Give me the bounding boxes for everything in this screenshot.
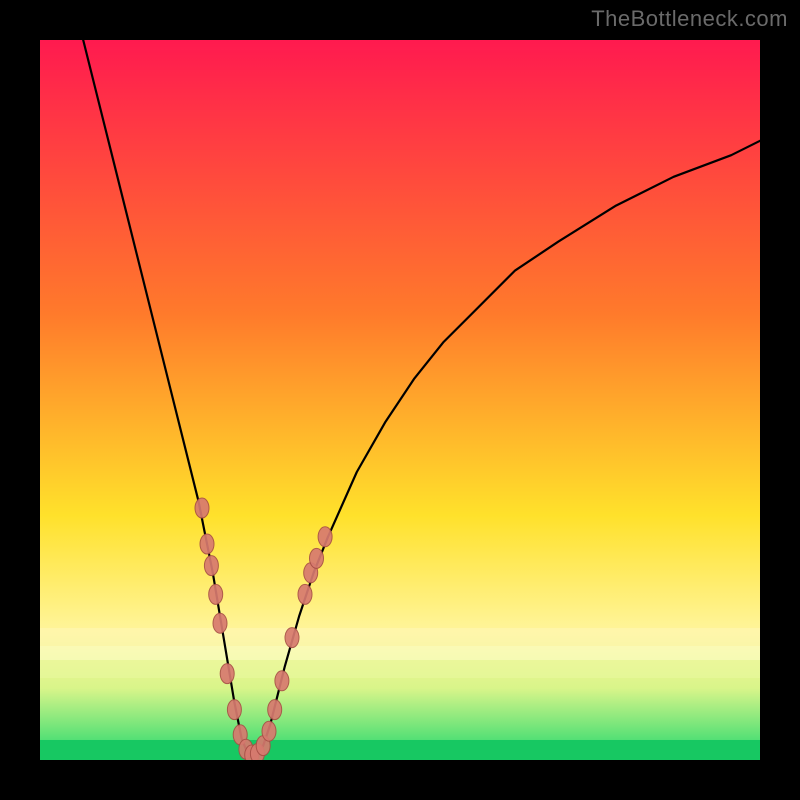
data-marker bbox=[285, 628, 299, 648]
band-3 bbox=[40, 660, 760, 678]
band-1 bbox=[40, 628, 760, 646]
band-bottom bbox=[40, 740, 760, 760]
data-marker bbox=[275, 671, 289, 691]
band-2 bbox=[40, 646, 760, 660]
data-marker bbox=[220, 664, 234, 684]
data-marker bbox=[204, 556, 218, 576]
data-marker bbox=[195, 498, 209, 518]
data-marker bbox=[227, 700, 241, 720]
chart-svg bbox=[40, 40, 760, 760]
data-marker bbox=[262, 721, 276, 741]
data-marker bbox=[318, 527, 332, 547]
plot-area bbox=[40, 40, 760, 760]
data-marker bbox=[213, 613, 227, 633]
data-marker bbox=[298, 584, 312, 604]
chart-frame: TheBottleneck.com bbox=[0, 0, 800, 800]
data-marker bbox=[200, 534, 214, 554]
data-marker bbox=[268, 700, 282, 720]
data-marker bbox=[209, 584, 223, 604]
data-marker bbox=[310, 548, 324, 568]
attribution-text: TheBottleneck.com bbox=[591, 6, 788, 32]
